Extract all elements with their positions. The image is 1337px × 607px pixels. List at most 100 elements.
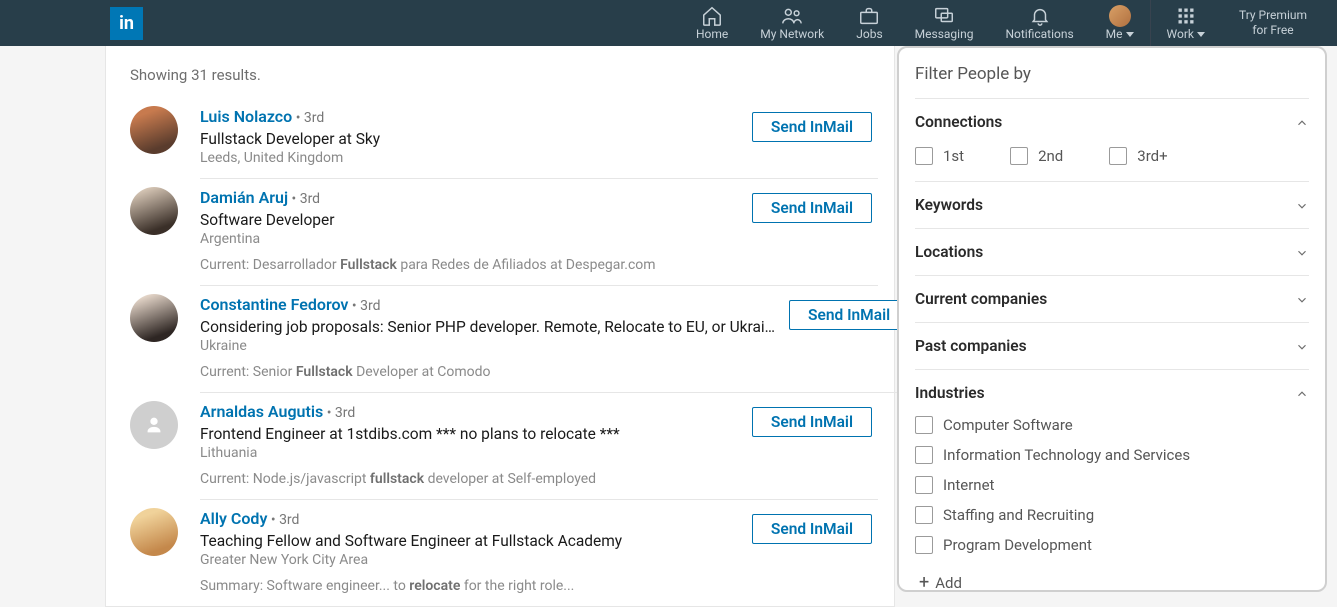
avatar[interactable] xyxy=(130,187,178,235)
result-body: Damián Aruj3rd Software Developer Argent… xyxy=(200,187,878,286)
filter-connections-head[interactable]: Connections xyxy=(915,99,1309,145)
topnav: in Home My Network Jobs Messaging Notifi… xyxy=(0,0,1337,46)
send-inmail-button[interactable]: Send InMail xyxy=(752,193,872,223)
chevron-down-icon xyxy=(1295,245,1309,259)
result-body: Constantine Fedorov3rd Considering job p… xyxy=(200,294,915,393)
nav-network[interactable]: My Network xyxy=(744,0,840,46)
nav-notifications[interactable]: Notifications xyxy=(989,0,1089,46)
profile-name[interactable]: Constantine Fedorov xyxy=(200,295,348,314)
profile-name[interactable]: Ally Cody xyxy=(200,509,267,528)
industry-label: Staffing and Recruiting xyxy=(943,506,1094,524)
checkbox[interactable] xyxy=(915,446,933,464)
actions: Send InMail xyxy=(752,508,872,594)
nav-home[interactable]: Home xyxy=(680,0,744,46)
filter-connections-label: Connections xyxy=(915,113,1002,131)
add-industry[interactable]: + Add xyxy=(915,566,1309,593)
checkbox[interactable] xyxy=(915,536,933,554)
result-info: Ally Cody3rd Teaching Fellow and Softwar… xyxy=(200,508,738,594)
result-body: Arnaldas Augutis3rd Frontend Engineer at… xyxy=(200,401,878,500)
meta-prefix: Current: Node.js/javascript xyxy=(200,471,370,487)
filter-3rd[interactable]: 3rd+ xyxy=(1109,147,1167,165)
connection-degree: 3rd xyxy=(292,110,324,126)
profile-location: Greater New York City Area xyxy=(200,552,738,568)
search-result: Constantine Fedorov3rd Considering job p… xyxy=(106,286,894,393)
industry-option[interactable]: Internet xyxy=(915,476,1309,494)
nav-work-label-text: Work xyxy=(1167,27,1194,41)
actions: Send InMail xyxy=(752,401,872,487)
meta-suffix: developer at Self-employed xyxy=(424,471,596,487)
chevron-up-icon xyxy=(1295,115,1309,129)
connection-degree: 3rd xyxy=(288,191,320,207)
profile-meta: Current: Desarrollador Fullstack para Re… xyxy=(200,257,738,273)
nav-jobs[interactable]: Jobs xyxy=(840,0,898,46)
industry-option[interactable]: Information Technology and Services xyxy=(915,446,1309,464)
nav-jobs-label: Jobs xyxy=(856,27,882,41)
send-inmail-button[interactable]: Send InMail xyxy=(752,112,872,142)
industry-option[interactable]: Computer Software xyxy=(915,416,1309,434)
results-column: Showing 31 results. Luis Nolazco3rd Full… xyxy=(105,46,895,607)
filter-current-companies-head[interactable]: Current companies xyxy=(915,276,1309,322)
avatar[interactable] xyxy=(130,106,178,154)
chevron-down-icon xyxy=(1295,198,1309,212)
nav-premium[interactable]: Try Premium for Free xyxy=(1221,8,1325,38)
caret-down-icon xyxy=(1197,32,1205,37)
send-inmail-button[interactable]: Send InMail xyxy=(789,300,909,330)
meta-bold: fullstack xyxy=(370,471,424,487)
nav-messaging[interactable]: Messaging xyxy=(899,0,990,46)
avatar[interactable] xyxy=(130,508,178,556)
filter-locations-head[interactable]: Locations xyxy=(915,229,1309,275)
filter-2nd-label: 2nd xyxy=(1038,147,1063,165)
profile-name[interactable]: Damián Aruj xyxy=(200,188,288,207)
profile-title: Software Developer xyxy=(200,211,738,229)
send-inmail-button[interactable]: Send InMail xyxy=(752,514,872,544)
send-inmail-button[interactable]: Send InMail xyxy=(752,407,872,437)
checkbox[interactable] xyxy=(1010,147,1028,165)
profile-title: Teaching Fellow and Software Engineer at… xyxy=(200,532,738,550)
profile-location: Leeds, United Kingdom xyxy=(200,150,738,166)
avatar-me xyxy=(1109,6,1131,26)
profile-name[interactable]: Luis Nolazco xyxy=(200,107,292,126)
checkbox[interactable] xyxy=(915,147,933,165)
filter-keywords-head[interactable]: Keywords xyxy=(915,182,1309,228)
actions: Send InMail xyxy=(752,187,872,273)
filter-1st[interactable]: 1st xyxy=(915,147,964,165)
filter-1st-label: 1st xyxy=(943,147,964,165)
avatar[interactable] xyxy=(130,294,178,342)
chevron-down-icon xyxy=(1295,292,1309,306)
nav-me-label-text: Me xyxy=(1106,27,1123,41)
checkbox[interactable] xyxy=(1109,147,1127,165)
name-line: Ally Cody3rd xyxy=(200,508,738,531)
filter-past-companies-head[interactable]: Past companies xyxy=(915,323,1309,369)
search-result: Ally Cody3rd Teaching Fellow and Softwar… xyxy=(106,500,894,606)
network-icon xyxy=(781,6,803,26)
checkbox[interactable] xyxy=(915,416,933,434)
nav-work[interactable]: Work xyxy=(1151,0,1221,46)
profile-meta: Current: Senior Fullstack Developer at C… xyxy=(200,364,775,380)
result-info: Luis Nolazco3rd Fullstack Developer at S… xyxy=(200,106,738,166)
result-info: Damián Aruj3rd Software Developer Argent… xyxy=(200,187,738,273)
industry-option[interactable]: Program Development xyxy=(915,536,1309,554)
search-result: Luis Nolazco3rd Fullstack Developer at S… xyxy=(106,98,894,179)
result-info: Constantine Fedorov3rd Considering job p… xyxy=(200,294,775,380)
industry-label: Computer Software xyxy=(943,416,1073,434)
nav-me[interactable]: Me xyxy=(1090,0,1150,46)
result-body: Luis Nolazco3rd Fullstack Developer at S… xyxy=(200,106,878,179)
filter-industries-head[interactable]: Industries xyxy=(915,370,1309,416)
industry-option[interactable]: Staffing and Recruiting xyxy=(915,506,1309,524)
profile-name[interactable]: Arnaldas Augutis xyxy=(200,402,323,421)
meta-prefix: Summary: Software engineer... to xyxy=(200,578,409,594)
checkbox[interactable] xyxy=(915,476,933,494)
filter-past-companies: Past companies xyxy=(915,322,1309,369)
linkedin-logo[interactable]: in xyxy=(110,7,143,40)
nav-notifications-label: Notifications xyxy=(1005,27,1073,41)
checkbox[interactable] xyxy=(915,506,933,524)
profile-meta: Current: Node.js/javascript fullstack de… xyxy=(200,471,738,487)
filter-industries: Industries Computer Software Information… xyxy=(915,369,1309,605)
meta-suffix: Developer at Comodo xyxy=(353,364,491,380)
filter-2nd[interactable]: 2nd xyxy=(1010,147,1063,165)
filter-sidebar: Filter People by Connections 1st 2nd 3rd… xyxy=(897,46,1327,592)
jobs-icon xyxy=(858,6,880,26)
profile-location: Argentina xyxy=(200,231,738,247)
home-icon xyxy=(701,6,723,26)
avatar-placeholder[interactable] xyxy=(130,401,178,449)
